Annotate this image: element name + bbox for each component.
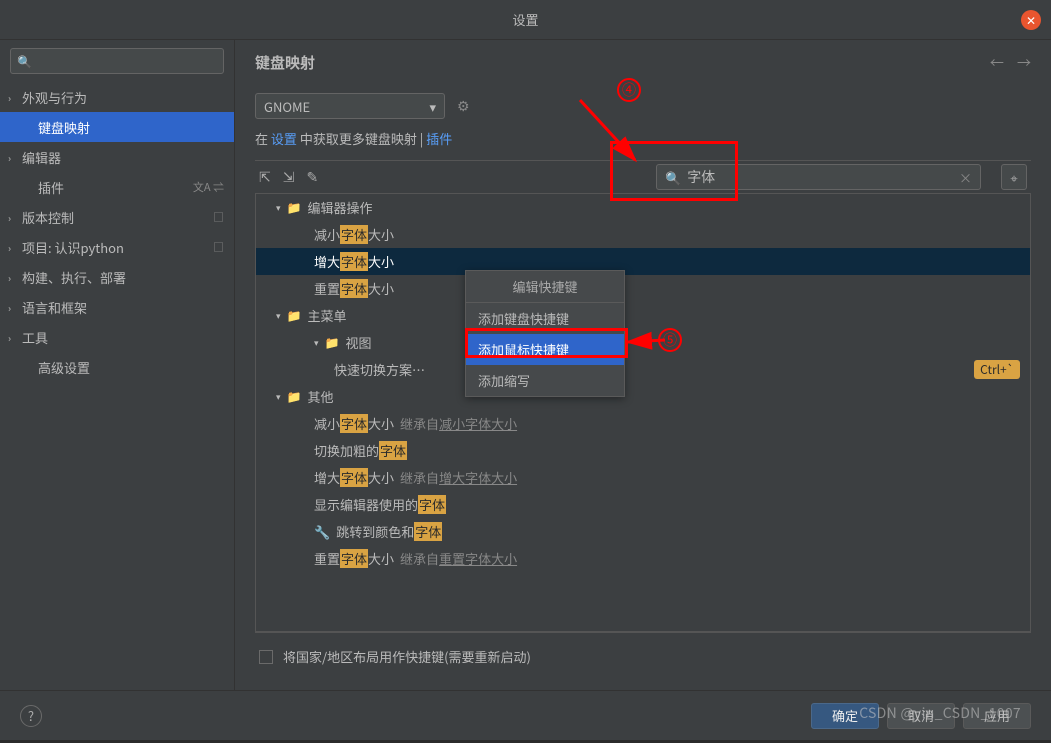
sidebar-item-keymap[interactable]: 键盘映射	[0, 112, 234, 142]
tree-group-other[interactable]: ▾📁其他	[256, 383, 1030, 410]
find-action-button[interactable]: ⌖	[1001, 164, 1027, 190]
sidebar-item-plugins[interactable]: 插件文A ⇌	[0, 172, 234, 202]
chevron-right-icon: ›	[8, 240, 11, 255]
toolbar: ⇱ ⇲ ✎ 🔍 × ⌖	[255, 160, 1031, 194]
chevron-down-icon: ▾	[314, 336, 319, 349]
folder-icon: 📁	[287, 307, 302, 324]
chevron-right-icon: ›	[8, 330, 11, 345]
chevron-down-icon: ▾	[276, 390, 281, 403]
sidebar-search-input[interactable]	[36, 54, 217, 69]
chevron-down-icon: ▾	[276, 309, 281, 322]
menu-add-keyboard[interactable]: 添加键盘快捷键	[466, 303, 624, 334]
sidebar: 🔍 ›外观与行为 键盘映射 ›编辑器 插件文A ⇌ ›版本控制□ ›项目: 认识…	[0, 40, 235, 690]
expand-icon[interactable]: ⇱	[259, 167, 271, 187]
collapse-icon[interactable]: ⇲	[283, 167, 295, 187]
gear-icon[interactable]: ⚙	[457, 96, 470, 116]
edit-icon[interactable]: ✎	[306, 167, 318, 187]
tree-row[interactable]: 🔧跳转到颜色和字体	[256, 518, 1030, 545]
folder-icon: 📁	[325, 334, 340, 351]
project-badge: □	[213, 239, 224, 255]
page-title: 键盘映射	[255, 52, 315, 73]
close-icon: ✕	[1026, 12, 1036, 29]
back-icon[interactable]: ←	[990, 53, 1004, 73]
wrench-icon: 🔧	[314, 522, 330, 541]
sidebar-item-project[interactable]: ›项目: 认识python□	[0, 232, 234, 262]
search-icon: 🔍	[665, 168, 681, 187]
get-more-keymaps: 在 设置 中获取更多键盘映射 | 插件	[255, 129, 1031, 148]
chevron-right-icon: ›	[8, 150, 11, 165]
sidebar-item-vcs[interactable]: ›版本控制□	[0, 202, 234, 232]
folder-icon: 📁	[287, 199, 302, 216]
tree-row[interactable]: 减小字体大小	[256, 221, 1030, 248]
context-menu: 编辑快捷键 添加键盘快捷键 添加鼠标快捷键 添加缩写	[465, 270, 625, 397]
forward-icon[interactable]: →	[1017, 53, 1031, 73]
tree-row[interactable]: 增大字体大小继承自 增大字体大小	[256, 464, 1030, 491]
chevron-right-icon: ›	[8, 210, 11, 225]
scheme-value: GNOME	[264, 97, 310, 116]
tree-row[interactable]: 减小字体大小继承自 减小字体大小	[256, 410, 1030, 437]
find-icon: ⌖	[1010, 168, 1017, 187]
sidebar-item-languages[interactable]: ›语言和框架	[0, 292, 234, 322]
lang-badge: 文A ⇌	[193, 179, 224, 195]
tree-row[interactable]: 重置字体大小继承自 重置字体大小	[256, 545, 1030, 572]
sidebar-item-build[interactable]: ›构建、执行、部署	[0, 262, 234, 292]
chevron-right-icon: ›	[8, 300, 11, 315]
shortcut-badge: Ctrl+`	[974, 360, 1020, 379]
tree-row-selected[interactable]: 增大字体大小	[256, 248, 1030, 275]
inherit-link[interactable]: 重置字体大小	[439, 549, 517, 568]
inherit-link[interactable]: 减小字体大小	[439, 414, 517, 433]
tree-row[interactable]: 显示编辑器使用的字体	[256, 491, 1030, 518]
actions-tree[interactable]: ▾📁编辑器操作 减小字体大小 增大字体大小 重置字体大小 ▾📁主菜单 ▾📁视图 …	[255, 194, 1031, 632]
national-layout-checkbox-row[interactable]: 将国家/地区布局用作快捷键(需要重新启动)	[255, 632, 1031, 680]
watermark: CSDN @yin_CSDN_1007	[859, 703, 1021, 723]
annotation-step4: ④	[617, 78, 641, 102]
inherit-link[interactable]: 增大字体大小	[439, 468, 517, 487]
help-button[interactable]: ?	[20, 705, 42, 727]
chevron-right-icon: ›	[8, 270, 11, 285]
menu-header: 编辑快捷键	[466, 271, 624, 303]
search-icon: 🔍	[17, 53, 32, 70]
titlebar: 设置 ✕	[0, 0, 1051, 40]
window-title: 设置	[512, 10, 538, 29]
chevron-right-icon: ›	[8, 90, 11, 105]
menu-add-abbrev[interactable]: 添加缩写	[466, 365, 624, 396]
sidebar-item-appearance[interactable]: ›外观与行为	[0, 82, 234, 112]
tree-group-view[interactable]: ▾📁视图	[256, 329, 1030, 356]
scheme-dropdown[interactable]: GNOME ▾	[255, 93, 445, 119]
checkbox[interactable]	[259, 650, 273, 664]
filter-input[interactable]	[687, 169, 959, 185]
folder-icon: 📁	[287, 388, 302, 405]
tree-group-editor-actions[interactable]: ▾📁编辑器操作	[256, 194, 1030, 221]
sidebar-item-tools[interactable]: ›工具	[0, 322, 234, 352]
sidebar-search[interactable]: 🔍	[10, 48, 224, 74]
sidebar-item-advanced[interactable]: 高级设置	[0, 352, 234, 382]
settings-link[interactable]: 设置	[271, 129, 297, 148]
chevron-down-icon: ▾	[276, 201, 281, 214]
project-badge: □	[213, 209, 224, 225]
sidebar-item-editor[interactable]: ›编辑器	[0, 142, 234, 172]
content-pane: 键盘映射 ← → GNOME ▾ ⚙ 在 设置 中获取更多键盘映射 | 插件 ⇱…	[235, 40, 1051, 690]
filter-box[interactable]: 🔍 ×	[656, 164, 981, 190]
chevron-down-icon: ▾	[429, 97, 436, 116]
menu-add-mouse[interactable]: 添加鼠标快捷键	[466, 334, 624, 365]
close-button[interactable]: ✕	[1021, 10, 1041, 30]
tree-row[interactable]: 快速切换方案…Ctrl+`	[256, 356, 1030, 383]
annotation-step5: ⑤	[658, 328, 682, 352]
checkbox-label: 将国家/地区布局用作快捷键(需要重新启动)	[283, 647, 531, 666]
clear-icon[interactable]: ×	[959, 168, 972, 187]
tree-row[interactable]: 切换加粗的字体	[256, 437, 1030, 464]
plugins-link[interactable]: 插件	[426, 129, 452, 148]
tree-group-main-menu[interactable]: ▾📁主菜单	[256, 302, 1030, 329]
tree-row[interactable]: 重置字体大小	[256, 275, 1030, 302]
